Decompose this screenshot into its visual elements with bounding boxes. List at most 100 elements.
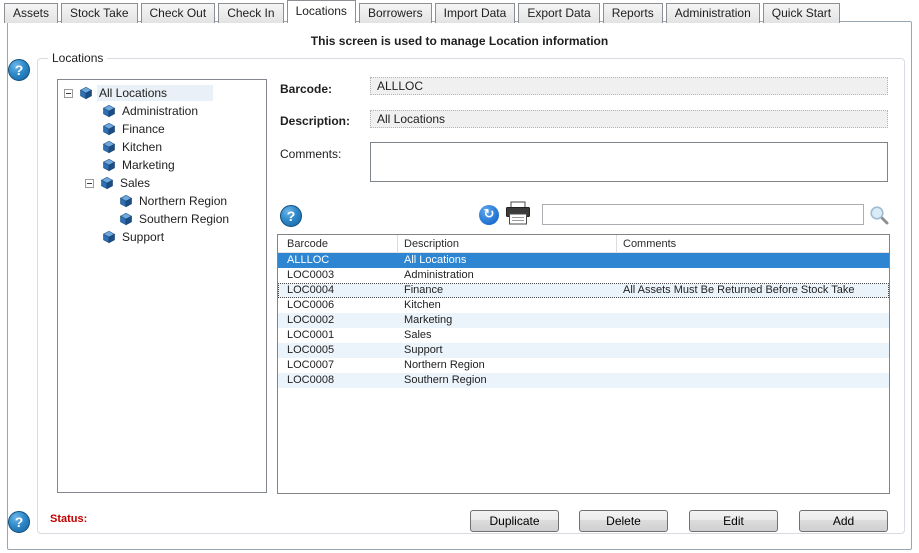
search-input[interactable] [542, 204, 864, 225]
tab-assets[interactable]: Assets [4, 3, 58, 23]
tree-item-northern-region[interactable]: Northern Region [58, 192, 266, 210]
table-row-allloc[interactable]: ALLLOCAll Locations [278, 253, 889, 268]
column-header-description[interactable]: Description [398, 235, 617, 252]
tree-item-label: Sales [118, 175, 152, 191]
tree-item-label: Administration [120, 103, 200, 119]
duplicate-button[interactable]: Duplicate [470, 510, 559, 532]
tab-administration[interactable]: Administration [666, 3, 760, 23]
locations-table: BarcodeDescriptionComments ALLLOCAll Loc… [277, 234, 890, 494]
table-row-loc0004[interactable]: LOC0004FinanceAll Assets Must Be Returne… [278, 283, 889, 298]
tab-borrowers[interactable]: Borrowers [359, 3, 432, 23]
tree-item-label: Northern Region [137, 193, 229, 209]
tab-quick-start[interactable]: Quick Start [763, 3, 840, 23]
cell-barcode: LOC0001 [278, 328, 398, 343]
cell-barcode: LOC0008 [278, 373, 398, 388]
barcode-field: ALLLOC [370, 77, 888, 95]
cell-description: Kitchen [398, 298, 617, 313]
cell-description: Southern Region [398, 373, 617, 388]
tab-import-data[interactable]: Import Data [435, 3, 516, 23]
tab-reports[interactable]: Reports [603, 3, 663, 23]
tab-locations[interactable]: Locations [287, 0, 356, 23]
tab-check-out[interactable]: Check Out [141, 3, 216, 23]
table-row-loc0005[interactable]: LOC0005Support [278, 343, 889, 358]
table-row-loc0008[interactable]: LOC0008Southern Region [278, 373, 889, 388]
application-window: AssetsStock TakeCheck OutCheck InLocatio… [0, 0, 919, 553]
content-panel: This screen is used to manage Location i… [7, 21, 912, 550]
location-cube-icon [102, 104, 116, 118]
cell-barcode: LOC0003 [278, 268, 398, 283]
delete-button[interactable]: Delete [579, 510, 668, 532]
cell-description: All Locations [398, 253, 617, 268]
tree-item-sales[interactable]: Sales [58, 174, 266, 192]
tree-item-label: Southern Region [137, 211, 231, 227]
tree-collapse-icon[interactable] [64, 89, 73, 98]
tree-item-support[interactable]: Support [58, 228, 266, 246]
cell-description: Finance [398, 283, 617, 298]
cell-comments: All Assets Must Be Returned Before Stock… [617, 283, 889, 298]
cell-comments [617, 298, 889, 313]
printer-icon[interactable] [504, 201, 532, 227]
cell-description: Northern Region [398, 358, 617, 373]
tree-item-label: All Locations [97, 85, 213, 101]
help-icon[interactable]: ? [280, 205, 302, 227]
tab-check-in[interactable]: Check In [218, 3, 283, 23]
help-icon[interactable]: ? [8, 59, 30, 81]
table-body: ALLLOCAll LocationsLOC0003Administration… [278, 253, 889, 388]
tree-item-finance[interactable]: Finance [58, 120, 266, 138]
tree-item-kitchen[interactable]: Kitchen [58, 138, 266, 156]
column-header-comments[interactable]: Comments [617, 235, 889, 252]
tree-item-southern-region[interactable]: Southern Region [58, 210, 266, 228]
column-header-barcode[interactable]: Barcode [278, 235, 398, 252]
refresh-icon[interactable]: ↻ [479, 205, 499, 225]
table-row-loc0002[interactable]: LOC0002Marketing [278, 313, 889, 328]
location-cube-icon [119, 194, 133, 208]
location-cube-icon [100, 176, 114, 190]
cell-description: Administration [398, 268, 617, 283]
cell-description: Marketing [398, 313, 617, 328]
table-row-loc0001[interactable]: LOC0001Sales [278, 328, 889, 343]
location-cube-icon [102, 230, 116, 244]
status-label: Status: [50, 513, 87, 525]
screen-instruction: This screen is used to manage Location i… [8, 34, 911, 48]
search-magnifier-icon[interactable] [869, 205, 889, 225]
locations-tree: All Locations Administration Finance Kitche… [57, 79, 267, 493]
tree-collapse-icon[interactable] [85, 179, 94, 188]
tab-export-data[interactable]: Export Data [518, 3, 599, 23]
tree-item-label: Kitchen [120, 139, 164, 155]
edit-button[interactable]: Edit [689, 510, 778, 532]
cell-description: Support [398, 343, 617, 358]
cell-comments [617, 253, 889, 268]
location-cube-icon [79, 86, 93, 100]
cell-comments [617, 328, 889, 343]
cell-barcode: LOC0005 [278, 343, 398, 358]
tree-item-marketing[interactable]: Marketing [58, 156, 266, 174]
table-row-loc0007[interactable]: LOC0007Northern Region [278, 358, 889, 373]
cell-barcode: LOC0007 [278, 358, 398, 373]
tab-stock-take[interactable]: Stock Take [61, 3, 137, 23]
table-row-loc0003[interactable]: LOC0003Administration [278, 268, 889, 283]
tree-item-label: Marketing [120, 157, 177, 173]
cell-comments [617, 358, 889, 373]
description-label: Description: [280, 114, 350, 128]
tree-item-label: Finance [120, 121, 167, 137]
location-cube-icon [102, 140, 116, 154]
cell-barcode: LOC0002 [278, 313, 398, 328]
cell-description: Sales [398, 328, 617, 343]
table-row-loc0006[interactable]: LOC0006Kitchen [278, 298, 889, 313]
help-icon[interactable]: ? [8, 511, 30, 533]
comments-field[interactable] [370, 142, 888, 182]
cell-comments [617, 373, 889, 388]
table-header: BarcodeDescriptionComments [278, 235, 889, 253]
cell-barcode: ALLLOC [278, 253, 398, 268]
description-field: All Locations [370, 110, 888, 128]
location-cube-icon [102, 158, 116, 172]
tree-item-administration[interactable]: Administration [58, 102, 266, 120]
add-button[interactable]: Add [799, 510, 888, 532]
location-cube-icon [102, 122, 116, 136]
tree-item-label: Support [120, 229, 166, 245]
cell-barcode: LOC0004 [278, 283, 398, 298]
tree-item-all-locations[interactable]: All Locations [58, 84, 266, 102]
groupbox-label: Locations [48, 51, 107, 65]
tab-bar: AssetsStock TakeCheck OutCheck InLocatio… [4, 0, 843, 23]
locations-groupbox: Locations All LocationsAdministrationFin… [37, 58, 905, 534]
